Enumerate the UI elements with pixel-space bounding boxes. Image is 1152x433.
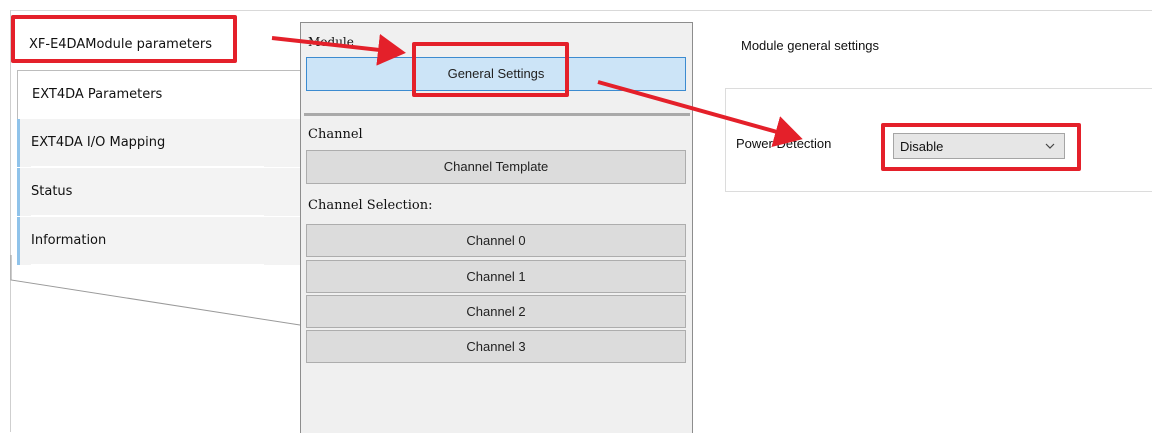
arrow-to-power-detection [597, 80, 803, 148]
annotation-arrows [271, 33, 803, 148]
arrow-to-general-settings [271, 33, 406, 66]
